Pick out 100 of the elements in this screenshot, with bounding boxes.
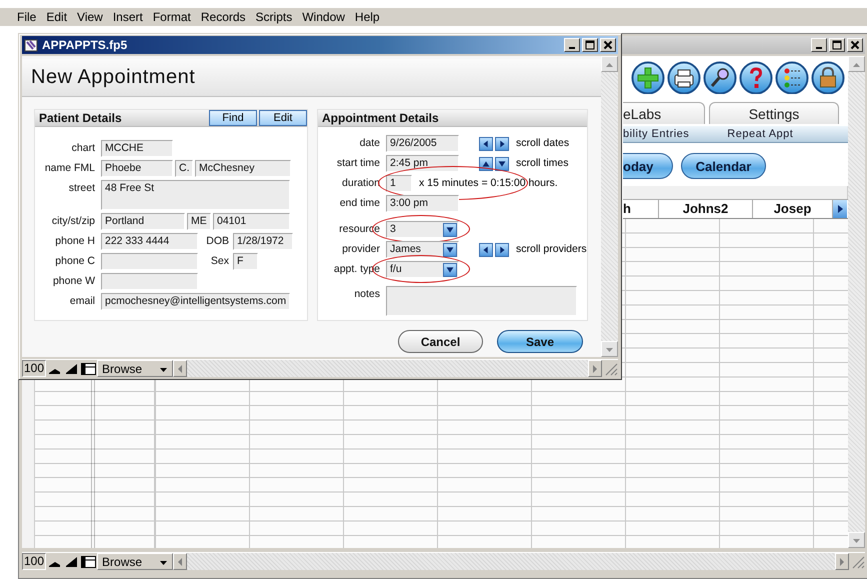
input-field[interactable]: 1 — [386, 175, 412, 192]
scroll-up-button[interactable] — [479, 156, 493, 170]
input-field[interactable]: 2:45 pm — [386, 155, 459, 172]
menu-item[interactable]: Records — [196, 10, 251, 24]
close-button[interactable] — [600, 38, 616, 52]
menu-item[interactable]: Scripts — [250, 10, 298, 24]
input-field[interactable]: ME — [187, 213, 211, 230]
scroll-left-button[interactable] — [479, 242, 493, 256]
scroll-columns-button[interactable] — [833, 200, 847, 218]
mode-label: Browse — [102, 554, 142, 568]
toolbar-button[interactable] — [739, 61, 773, 94]
scroll-right-button[interactable] — [495, 136, 509, 150]
input-field[interactable]: 04101 — [213, 213, 290, 230]
tab[interactable]: eLabs — [623, 102, 705, 124]
dropdown-field[interactable]: 3 — [386, 221, 459, 238]
toolbar-button[interactable] — [811, 61, 845, 94]
zoom-level[interactable]: 100 — [22, 360, 46, 377]
mode-dropdown[interactable]: Browse — [97, 553, 174, 570]
input-field[interactable]: 222 333 4444 — [101, 233, 198, 250]
input-field[interactable]: Phoebe — [101, 160, 173, 177]
field-label: start time — [336, 156, 380, 171]
input-field[interactable]: pcmochesney@intelligentsystems.com — [101, 293, 290, 310]
column-header[interactable]: h — [623, 200, 659, 218]
scroll-left-button[interactable] — [479, 136, 493, 150]
panel-button[interactable]: Edit — [259, 110, 307, 126]
menu-item[interactable]: File — [12, 10, 42, 24]
list-icon — [775, 61, 809, 94]
sub-tab[interactable]: Repeat Appt — [727, 128, 794, 140]
input-field[interactable]: 3:00 pm — [386, 195, 459, 212]
scroll-label: scroll times — [516, 156, 569, 171]
mode-label: Browse — [102, 362, 142, 376]
maximize-button[interactable] — [582, 38, 598, 52]
field-label: phone H — [54, 234, 95, 249]
dialog-heading: New Appointment — [22, 59, 601, 97]
input-field[interactable]: Portland — [101, 213, 185, 230]
help-icon — [739, 61, 773, 94]
dropdown-field[interactable]: James — [386, 241, 459, 258]
input-field[interactable]: 9/26/2005 — [386, 135, 459, 152]
add-icon — [631, 61, 665, 94]
input-field[interactable] — [101, 273, 198, 290]
column-header[interactable]: Johns2 — [659, 200, 753, 218]
minimize-button[interactable] — [811, 38, 827, 52]
dropdown-value: James — [390, 242, 421, 257]
field-label: phone W — [52, 274, 95, 289]
toolbar-button[interactable] — [631, 61, 665, 94]
down-arrow-icon — [605, 346, 614, 352]
right-arrow-icon — [591, 364, 599, 374]
sub-tab[interactable]: bility Entries — [623, 128, 690, 140]
minimize-icon — [569, 47, 575, 49]
tab[interactable]: Settings — [709, 102, 839, 124]
nav-button[interactable]: oday — [623, 153, 673, 180]
zoom-out-icon — [49, 368, 60, 374]
menu-item[interactable]: Insert — [108, 10, 148, 24]
scroll-down-button[interactable] — [495, 156, 509, 170]
left-arrow-icon — [176, 364, 184, 374]
minimize-button[interactable] — [564, 38, 580, 52]
field-label: date — [358, 136, 380, 151]
field-label: street — [68, 181, 95, 196]
input-field[interactable] — [101, 253, 198, 270]
vertical-scrollbar[interactable] — [601, 56, 618, 357]
up-arrow-icon — [605, 60, 614, 68]
right-arrow-icon — [838, 556, 846, 566]
menu-item[interactable]: Edit — [41, 10, 72, 24]
input-field[interactable]: F — [233, 253, 258, 270]
printer-icon — [667, 61, 701, 94]
menu-item[interactable]: Help — [350, 10, 385, 24]
input-field[interactable]: 1/28/1972 — [233, 233, 293, 250]
menu-item[interactable]: Format — [148, 10, 196, 24]
scroll-right-button[interactable] — [495, 242, 509, 256]
maximize-button[interactable] — [829, 38, 845, 52]
zoom-out-icon — [49, 561, 60, 567]
scroll-label: scroll dates — [516, 136, 570, 151]
zoom-level[interactable]: 100 — [22, 553, 46, 570]
vertical-scrollbar[interactable] — [848, 56, 865, 548]
panel-title: Appointment Details — [322, 111, 439, 125]
input-field[interactable]: McChesney — [195, 160, 291, 177]
cancel-button[interactable]: Cancel — [398, 330, 483, 353]
save-button[interactable]: Save — [497, 330, 583, 353]
input-field[interactable]: MCCHE — [101, 140, 173, 157]
down-arrow-icon — [852, 536, 861, 544]
panel-button[interactable]: Find — [209, 110, 257, 126]
toolbar-button[interactable] — [703, 61, 737, 94]
input-field[interactable]: 48 Free St — [101, 180, 290, 210]
toolbar-button[interactable] — [775, 61, 809, 94]
nav-button[interactable]: Calendar — [681, 153, 766, 180]
menu-item[interactable]: Window — [297, 10, 350, 24]
notes-field[interactable] — [386, 286, 577, 316]
menu-item[interactable]: View — [72, 10, 108, 24]
dropdown-field[interactable]: f/u — [386, 261, 459, 278]
toolbar-button[interactable] — [667, 61, 701, 94]
window-title: APPAPPTS.fp5 — [42, 38, 128, 52]
field-label: Sex — [210, 254, 229, 269]
input-field[interactable]: C. — [175, 160, 193, 177]
close-button[interactable] — [847, 38, 863, 52]
close-icon — [603, 40, 613, 50]
dropdown-value: 3 — [390, 222, 396, 237]
mode-dropdown[interactable]: Browse — [97, 360, 174, 377]
field-label: phone C — [54, 254, 95, 269]
field-label: chart — [70, 141, 95, 156]
duration-text: x 15 minutes = 0:15:00 hours. — [419, 176, 558, 191]
